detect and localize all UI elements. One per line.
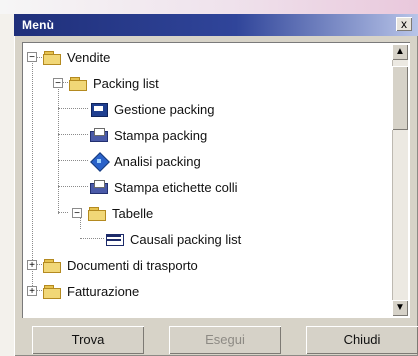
analysis-icon <box>90 154 108 168</box>
tree-connector <box>58 160 88 161</box>
folder-icon <box>69 76 87 91</box>
collapse-toggle-icon[interactable]: − <box>27 52 37 63</box>
tree-item-fatturazione[interactable]: + Fatturazione <box>27 278 139 304</box>
run-button[interactable]: Esegui <box>169 326 281 354</box>
folder-icon <box>88 206 106 221</box>
tree-item-label: Analisi packing <box>114 153 201 169</box>
tree-connector <box>58 82 59 214</box>
tree-item-gestione-packing[interactable]: Gestione packing <box>90 96 214 122</box>
tree-connector <box>58 108 88 109</box>
tree-item-label: Vendite <box>67 49 111 65</box>
tree-item-stampa-etichette-colli[interactable]: Stampa etichette colli <box>90 174 238 200</box>
background-strip <box>0 0 418 14</box>
close-window-button[interactable]: x <box>396 17 412 31</box>
vertical-scrollbar[interactable]: ▲ ▼ <box>392 44 408 316</box>
tree-item-causali-packing-list[interactable]: Causali packing list <box>106 226 241 252</box>
tree-item-label: Stampa packing <box>114 127 208 143</box>
tree-item-label: Packing list <box>93 75 159 91</box>
form-icon <box>90 102 108 117</box>
collapse-toggle-icon[interactable]: − <box>53 78 63 89</box>
tree-item-vendite[interactable]: − Vendite <box>27 44 110 70</box>
tree-content: − Vendite − Packing list Gestione packin… <box>24 44 392 316</box>
expand-toggle-icon[interactable]: + <box>27 260 37 271</box>
tree-connector <box>58 134 88 135</box>
window-title: Menù <box>22 18 55 32</box>
tree-item-documenti-di-trasporto[interactable]: + Documenti di trasporto <box>27 252 198 278</box>
title-bar: Menù x <box>14 14 418 36</box>
scroll-up-button[interactable]: ▲ <box>392 44 408 60</box>
folder-icon <box>43 258 61 273</box>
tree-item-label: Causali packing list <box>130 231 242 247</box>
tree-item-analisi-packing[interactable]: Analisi packing <box>90 148 201 174</box>
close-button[interactable]: Chiudi <box>306 326 418 354</box>
scroll-thumb[interactable] <box>392 66 408 130</box>
menu-window: Menù x − Vendite − Packing list Gestione… <box>14 14 418 356</box>
print-icon <box>90 180 108 194</box>
folder-icon <box>43 50 61 65</box>
tree-item-label: Stampa etichette colli <box>114 179 238 195</box>
tree-connector <box>80 238 104 239</box>
tree-item-packing-list[interactable]: − Packing list <box>53 70 159 96</box>
find-button[interactable]: Trova <box>32 326 144 354</box>
collapse-toggle-icon[interactable]: − <box>72 208 82 219</box>
tree-item-label: Fatturazione <box>67 283 140 299</box>
expand-toggle-icon[interactable]: + <box>27 286 37 297</box>
scroll-down-button[interactable]: ▼ <box>392 300 408 316</box>
tree-connector <box>58 186 88 187</box>
tree-connector <box>58 212 68 213</box>
table-icon <box>106 232 124 246</box>
tree-item-label: Documenti di trasporto <box>67 257 198 273</box>
tree-view: − Vendite − Packing list Gestione packin… <box>22 42 410 318</box>
tree-item-tabelle[interactable]: − Tabelle <box>72 200 153 226</box>
print-icon <box>90 128 108 142</box>
folder-icon <box>43 284 61 299</box>
tree-item-label: Tabelle <box>112 205 154 221</box>
tree-item-label: Gestione packing <box>114 101 215 117</box>
tree-item-stampa-packing[interactable]: Stampa packing <box>90 122 207 148</box>
